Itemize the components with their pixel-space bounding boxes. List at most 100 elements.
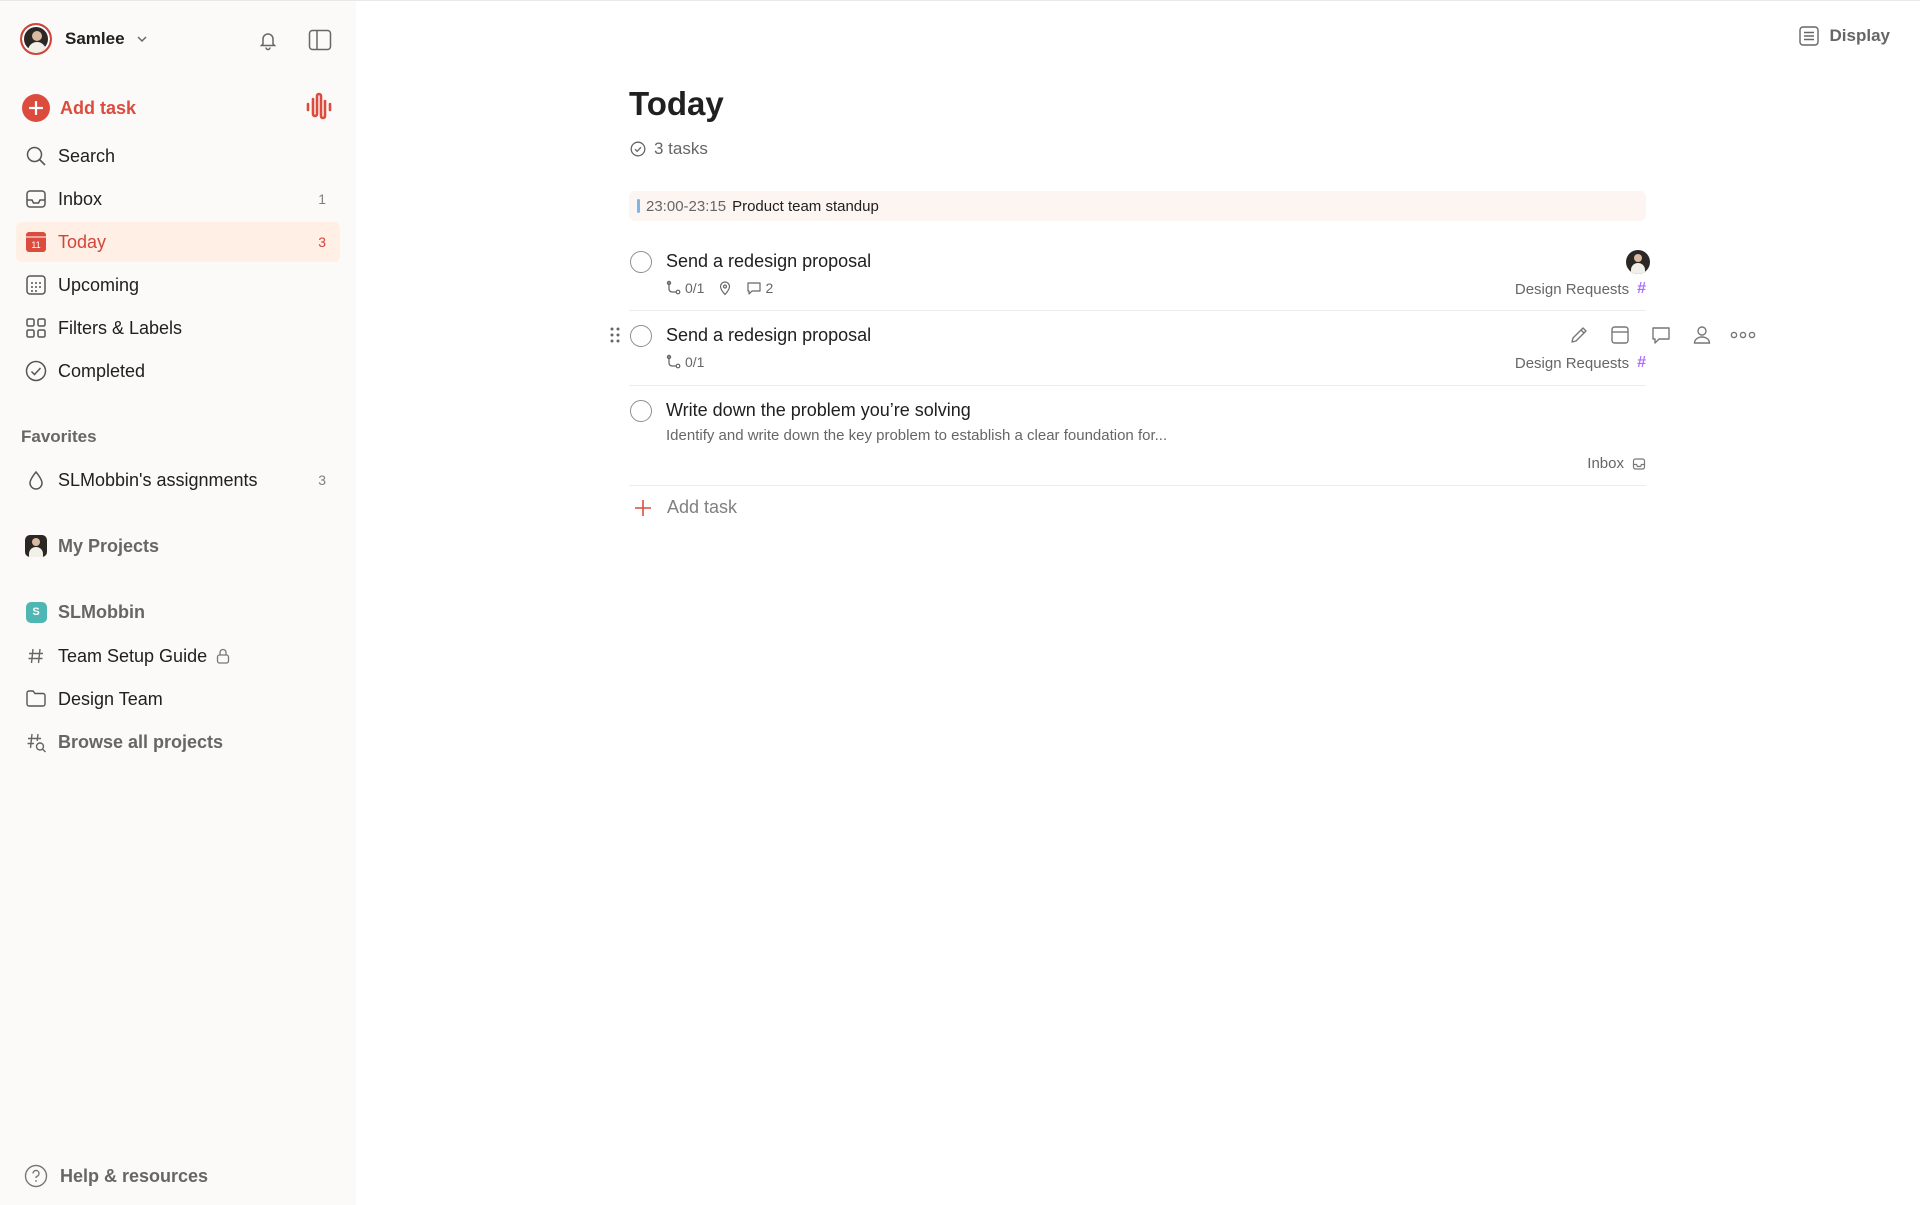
ramble-waveform-icon[interactable] bbox=[304, 91, 334, 121]
main-content: Display Today 3 tasks 23:00-23:15 Produc… bbox=[356, 0, 1920, 1205]
my-projects-item[interactable]: My Projects bbox=[16, 526, 340, 566]
browse-all-projects[interactable]: Browse all projects bbox=[16, 722, 340, 762]
my-projects-avatar bbox=[25, 535, 47, 557]
subtask-icon bbox=[666, 354, 681, 369]
subtask-icon bbox=[666, 280, 681, 295]
pencil-icon bbox=[1571, 327, 1587, 343]
calendar-event[interactable]: 23:00-23:15 Product team standup bbox=[629, 191, 1646, 221]
add-task-inline-label: Add task bbox=[667, 497, 738, 517]
user-avatar bbox=[20, 23, 52, 55]
sidebar-item-inbox[interactable]: Inbox 1 bbox=[16, 179, 340, 219]
sidebar: Samlee Add task Search Inbox 1 11 Today … bbox=[0, 0, 356, 1205]
filters-grid-icon bbox=[24, 316, 48, 340]
add-task-button[interactable]: Add task bbox=[22, 93, 136, 123]
project-team-setup-guide[interactable]: Team Setup Guide bbox=[16, 636, 340, 676]
workspace-slmobbin[interactable]: S SLMobbin bbox=[16, 592, 340, 632]
task-title[interactable]: Send a redesign proposal bbox=[666, 325, 871, 346]
task-checkbox[interactable] bbox=[630, 400, 652, 422]
hashtag-icon: # bbox=[1637, 280, 1646, 297]
task-count-row: 3 tasks bbox=[630, 139, 708, 159]
help-label: Help & resources bbox=[60, 1165, 209, 1186]
inbox-icon bbox=[1632, 457, 1646, 470]
user-name: Samlee bbox=[65, 29, 125, 48]
sidebar-item-label: Completed bbox=[58, 360, 146, 381]
task-checkbox[interactable] bbox=[630, 251, 652, 273]
hashtag-icon bbox=[24, 644, 48, 668]
project-name: Design Requests bbox=[1514, 280, 1630, 298]
add-task-inline-button[interactable]: Add task bbox=[634, 497, 737, 518]
display-button[interactable]: Display bbox=[1798, 25, 1890, 47]
task-project[interactable]: Design Requests # bbox=[1515, 354, 1646, 372]
task-project[interactable]: Inbox bbox=[1587, 455, 1646, 472]
help-icon bbox=[24, 1164, 48, 1188]
display-label: Display bbox=[1829, 26, 1890, 45]
comment-count: 2 bbox=[765, 280, 774, 296]
task-project[interactable]: Design Requests # bbox=[1515, 280, 1646, 298]
sidebar-item-label: SLMobbin bbox=[58, 601, 145, 622]
favorite-item-assignments[interactable]: SLMobbin's assignments 3 bbox=[16, 460, 340, 500]
comment-button[interactable] bbox=[1647, 321, 1675, 349]
more-horizontal-icon bbox=[1730, 331, 1756, 339]
event-name: Product team standup bbox=[732, 197, 879, 215]
event-time: 23:00-23:15 bbox=[646, 197, 727, 215]
task-meta: 0/1 bbox=[666, 354, 718, 370]
sidebar-item-label: Inbox bbox=[58, 188, 103, 209]
sidebar-item-search[interactable]: Search bbox=[16, 136, 340, 176]
sidebar-item-label: Browse all projects bbox=[58, 731, 224, 752]
comment-icon bbox=[1652, 327, 1670, 344]
sidebar-item-label: Filters & Labels bbox=[58, 317, 183, 338]
favorites-heading[interactable]: Favorites bbox=[21, 427, 97, 447]
account-menu-button[interactable]: Samlee bbox=[20, 23, 149, 55]
task-description: Identify and write down the key problem … bbox=[666, 427, 1168, 444]
location-pin-icon bbox=[720, 281, 731, 296]
calendar-grid-icon bbox=[24, 273, 48, 297]
toggle-sidebar-button[interactable] bbox=[306, 26, 334, 54]
sidebar-item-upcoming[interactable]: Upcoming bbox=[16, 265, 340, 305]
sidebar-item-label: Search bbox=[58, 145, 116, 166]
calendar-icon bbox=[1611, 326, 1629, 344]
task-row[interactable]: Write down the problem you’re solving Id… bbox=[629, 389, 1646, 486]
sidebar-item-filters-labels[interactable]: Filters & Labels bbox=[16, 308, 340, 348]
task-row[interactable]: Send a redesign proposal 0/1 Design Requ… bbox=[610, 314, 1756, 386]
person-icon bbox=[1693, 326, 1711, 344]
task-row[interactable]: Send a redesign proposal 0/1 2 Design Re… bbox=[629, 239, 1650, 311]
folder-icon bbox=[24, 687, 48, 711]
favorite-count: 3 bbox=[318, 472, 326, 488]
notifications-button[interactable] bbox=[254, 26, 282, 54]
event-color-marker bbox=[637, 199, 640, 213]
sidebar-item-today[interactable]: 11 Today 3 bbox=[16, 222, 340, 262]
sidebar-item-label: My Projects bbox=[58, 535, 160, 556]
task-checkbox[interactable] bbox=[630, 325, 652, 347]
subtask-count: 0/1 bbox=[685, 280, 705, 296]
sidebar-item-label: Upcoming bbox=[58, 274, 140, 295]
lock-icon bbox=[216, 648, 230, 664]
help-resources-button[interactable]: Help & resources bbox=[24, 1164, 208, 1188]
sidebar-item-label: Design Team bbox=[58, 688, 163, 709]
project-design-team[interactable]: Design Team bbox=[16, 679, 340, 719]
inbox-icon bbox=[24, 187, 48, 211]
assignee-avatar[interactable] bbox=[1626, 250, 1650, 274]
sidebar-item-completed[interactable]: Completed bbox=[16, 351, 340, 391]
sidebar-item-label: Today bbox=[58, 231, 107, 252]
drag-handle-icon[interactable] bbox=[609, 326, 621, 344]
plus-circle-icon bbox=[22, 94, 50, 122]
sidebar-toggle-icon bbox=[308, 29, 332, 51]
display-options-icon bbox=[1798, 26, 1819, 46]
task-title[interactable]: Write down the problem you’re solving bbox=[666, 400, 971, 421]
assign-button[interactable] bbox=[1688, 321, 1716, 349]
browse-projects-icon bbox=[24, 730, 48, 754]
plus-icon bbox=[635, 499, 651, 516]
more-actions-button[interactable] bbox=[1729, 321, 1757, 349]
edit-task-button[interactable] bbox=[1565, 321, 1593, 349]
task-title[interactable]: Send a redesign proposal bbox=[666, 251, 871, 272]
project-name: Inbox bbox=[1587, 455, 1624, 472]
set-due-date-button[interactable] bbox=[1606, 321, 1634, 349]
sidebar-item-label: Team Setup Guide bbox=[58, 645, 208, 666]
workspace-badge: S bbox=[25, 601, 47, 623]
location-indicator bbox=[718, 280, 732, 296]
hashtag-icon: # bbox=[1637, 354, 1646, 371]
calendar-today-icon: 11 bbox=[24, 230, 48, 254]
add-task-label: Add task bbox=[60, 97, 137, 118]
inbox-count: 1 bbox=[318, 191, 326, 207]
task-meta: 0/1 2 bbox=[666, 280, 787, 296]
